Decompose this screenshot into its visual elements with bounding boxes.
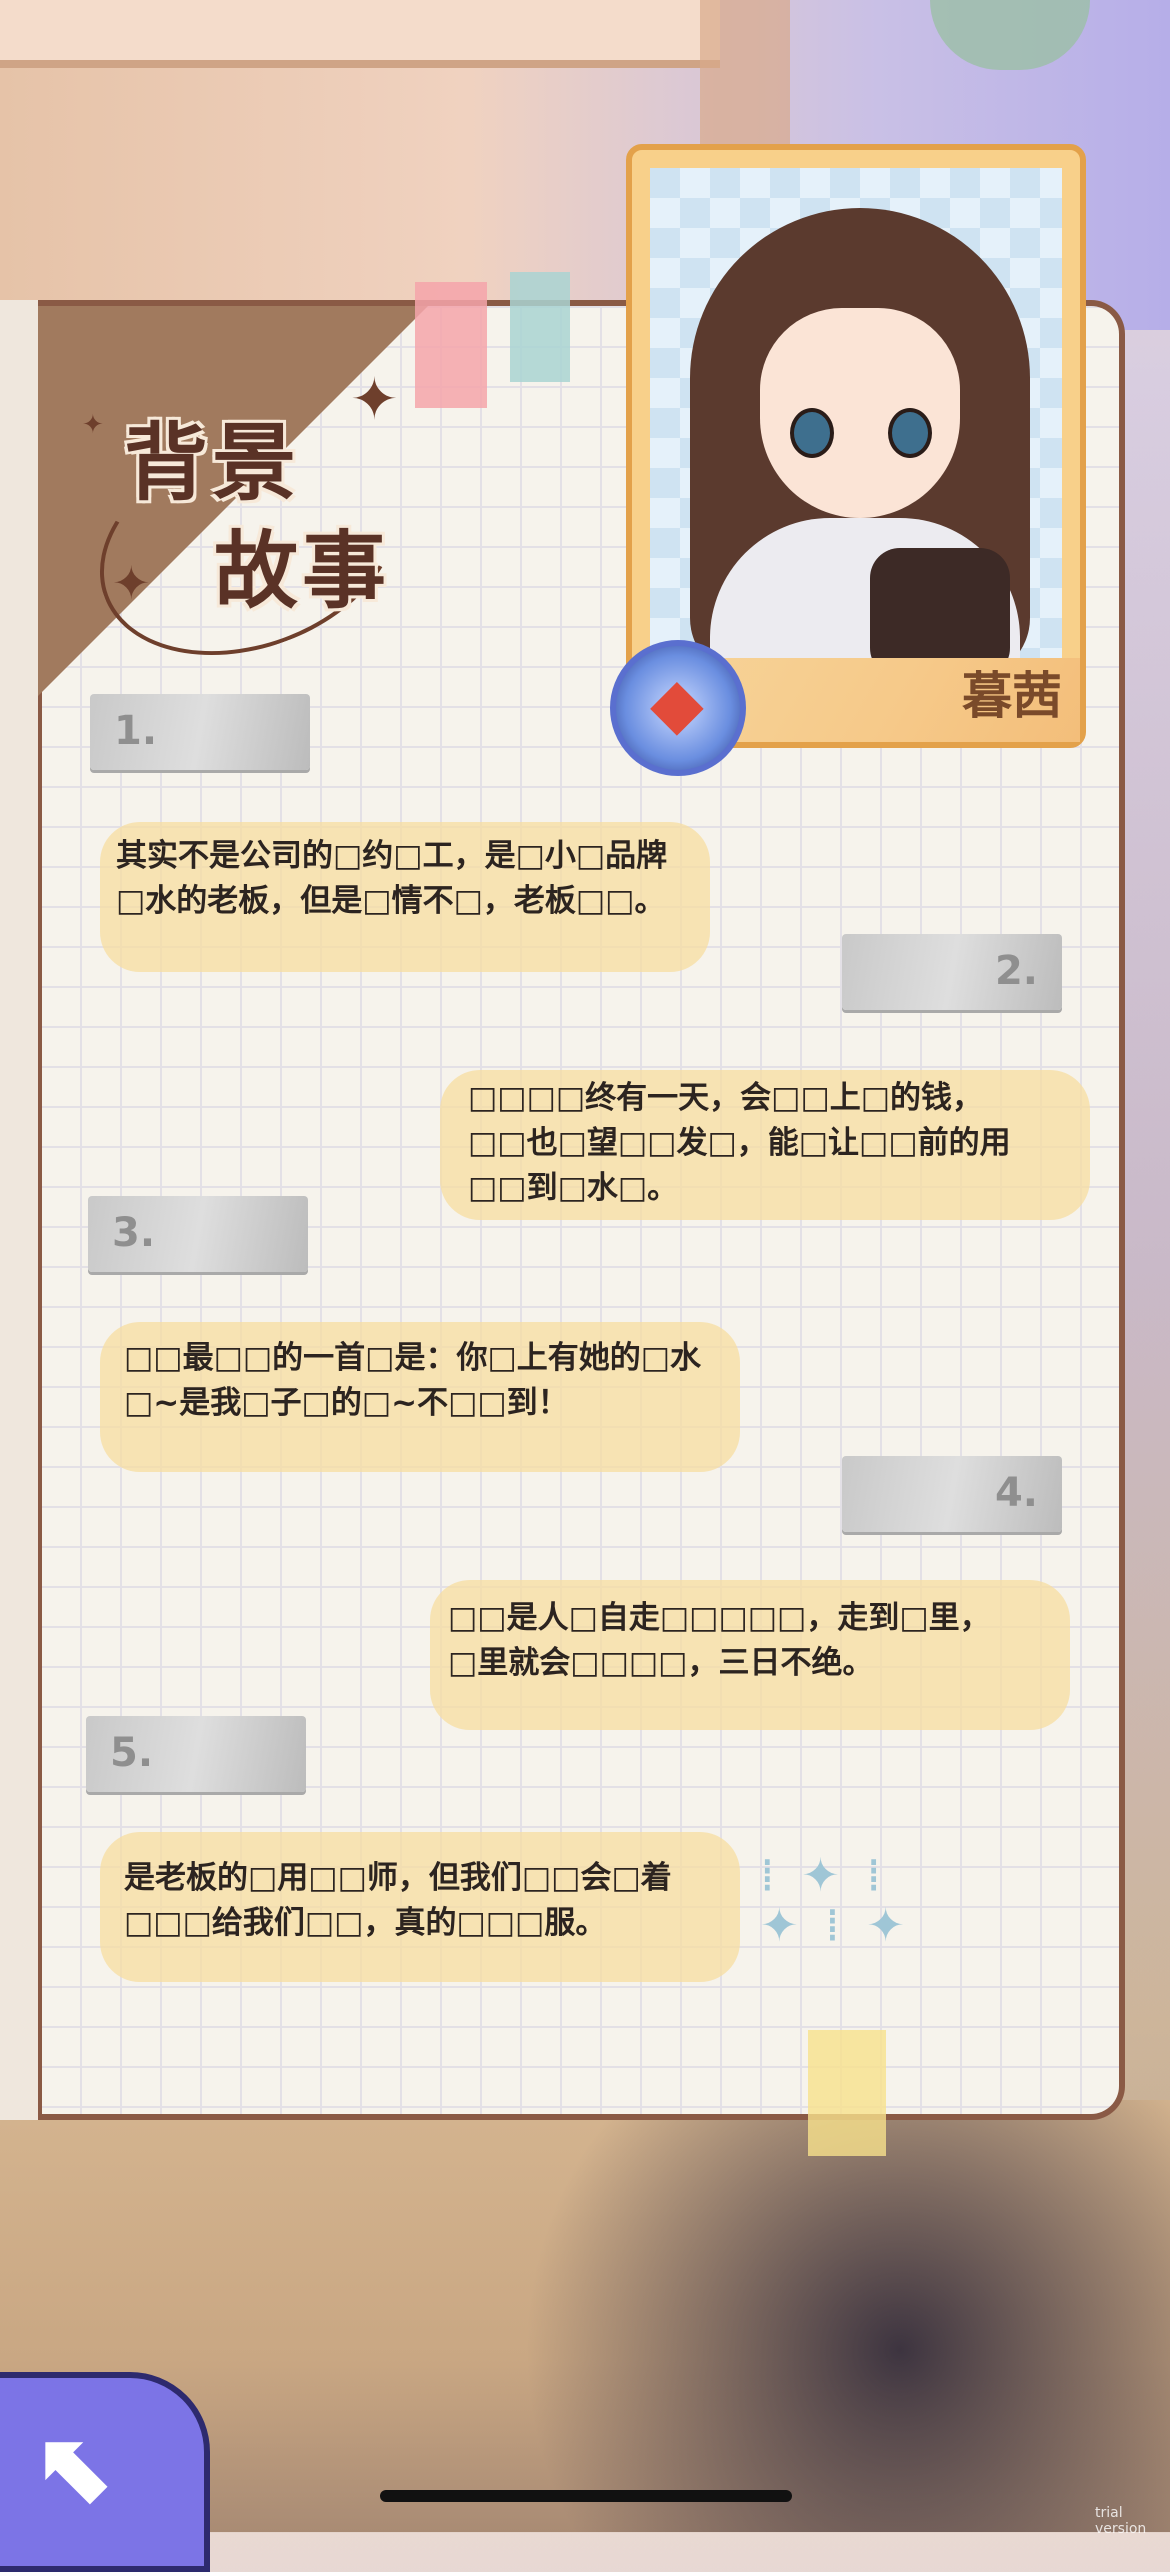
story-entry: □□最□□的一首□是：你□上有她的□水□~是我□子□的□~不□□到！	[124, 1340, 702, 1421]
rank-emblem-icon: ◆	[610, 640, 746, 776]
entry-number: 2.	[994, 948, 1038, 994]
home-indicator[interactable]	[380, 2490, 792, 2502]
sparkle-icon: ✦	[112, 556, 151, 610]
sparkle-icon: ✦	[350, 365, 399, 433]
story-entry: □□□□终有一天，会□□上□的钱，□□也□望□□发□，能□让□□前的用□□到□水…	[468, 1080, 1011, 1206]
character-face	[760, 308, 960, 518]
washi-tape-yellow	[808, 2030, 886, 2156]
page-title-line2: 故事	[214, 522, 391, 620]
watermark: trial version	[1095, 2505, 1147, 2537]
character-scarf	[870, 548, 1010, 668]
character-eye	[790, 408, 834, 458]
entry-label-tape: 4.	[842, 1456, 1062, 1532]
background-window	[0, 0, 720, 68]
washi-tape-pink	[415, 282, 487, 408]
star-icon: ◆	[650, 662, 704, 744]
washi-tape-mint	[510, 272, 570, 382]
entry-number: 4.	[994, 1470, 1038, 1516]
entry-number: 5.	[110, 1730, 154, 1776]
entry-number: 1.	[114, 708, 158, 754]
entry-label-tape: 3.	[88, 1196, 308, 1272]
character-eye	[888, 408, 932, 458]
notebook-spine	[0, 300, 42, 2120]
entry-number: 3.	[112, 1210, 156, 1256]
sparkle-burst-icon: ⁞ ✦ ⁞ ✦ ⁞ ✦	[760, 1848, 911, 1952]
character-name: 暮茜	[962, 667, 1062, 725]
entry-label-tape: 2.	[842, 934, 1062, 1010]
entry-label-tape: 1.	[90, 694, 310, 770]
character-portrait	[650, 168, 1062, 668]
story-entry: 是老板的□用□□师，但我们□□会□着□□□给我们□□，真的□□□服。	[124, 1860, 672, 1941]
entry-label-tape: 5.	[86, 1716, 306, 1792]
sparkle-icon: ✦	[82, 410, 104, 440]
story-entry: □□是人□自走□□□□□，走到□里，□里就会□□□□，三日不绝。	[448, 1600, 991, 1681]
story-entry: 其实不是公司的□约□工，是□小□品牌□水的老板，但是□情不□，老板□□。	[116, 838, 668, 919]
back-button[interactable]: ⬉	[0, 2372, 210, 2572]
back-arrow-icon: ⬉	[36, 2409, 120, 2526]
page-title-line1: 背景	[124, 414, 301, 512]
